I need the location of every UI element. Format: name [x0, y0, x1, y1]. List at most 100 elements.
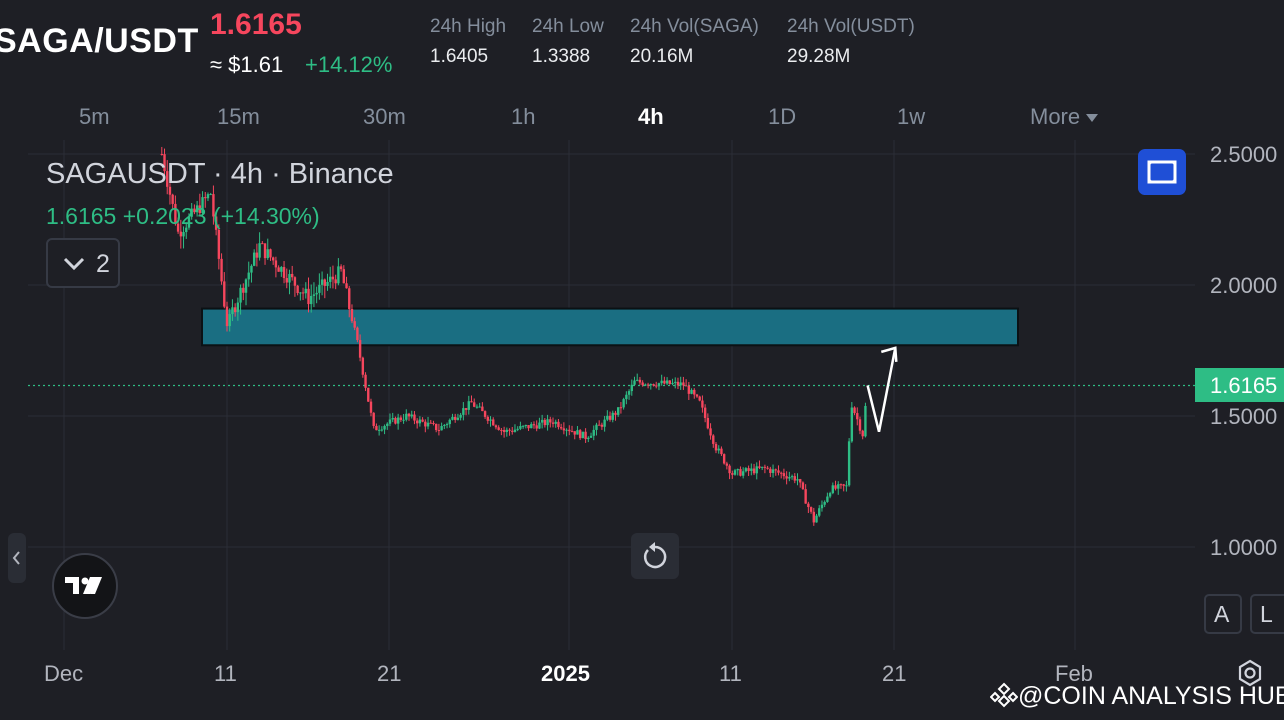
reset-chart-button[interactable] [631, 533, 679, 579]
candle-body [261, 243, 264, 245]
candle-body [733, 470, 737, 475]
candle-body [739, 469, 742, 476]
candle-body [755, 466, 758, 474]
stat-label-24h-high: 24h High [430, 16, 507, 37]
candle-body [744, 468, 748, 472]
candle-body [668, 380, 672, 384]
candle-body [421, 419, 424, 422]
candle-body [858, 419, 862, 431]
candle-body [818, 508, 821, 516]
candle-body [559, 427, 563, 429]
candle-body [247, 272, 250, 280]
candle-body [353, 321, 356, 328]
price-axis-label: 2.0000 [1210, 273, 1278, 298]
candle-body [508, 429, 511, 431]
candle-body [731, 473, 734, 475]
candle-body [861, 430, 864, 437]
candle-body [277, 267, 280, 272]
time-axis-label: 11 [719, 661, 742, 686]
tab-4h[interactable]: 4h [638, 104, 664, 130]
fullscreen-icon [1147, 160, 1177, 184]
candle-body [823, 501, 826, 505]
candle-body [782, 473, 786, 477]
candle-body [386, 423, 389, 426]
candle-body [255, 252, 259, 258]
candle-body [790, 476, 794, 478]
chevron-left-icon [12, 551, 20, 565]
candle-body [331, 276, 335, 280]
candle-body [682, 382, 685, 386]
tab-30m[interactable]: 30m [363, 104, 406, 130]
candle-body [182, 232, 185, 237]
tab-more[interactable]: More [1030, 104, 1099, 130]
projection-line [866, 347, 897, 433]
tab-1d[interactable]: 1D [768, 104, 796, 130]
auto-scale-button[interactable]: A [1204, 594, 1242, 634]
candle-body [367, 387, 370, 402]
candle-body [807, 503, 810, 508]
candle-body [318, 284, 321, 293]
candle-body [429, 422, 432, 424]
candle-body [521, 425, 525, 427]
candle-body [657, 383, 661, 387]
candle-body [345, 283, 348, 289]
tab-1h[interactable]: 1h [511, 104, 535, 130]
tab-5m[interactable]: 5m [79, 104, 110, 130]
candle-body [597, 424, 601, 426]
candle-body [853, 407, 856, 414]
chart-legend-ohlc: 1.6165 +0.2023 (+14.30%) [46, 203, 320, 229]
candle-body [799, 479, 802, 483]
tradingview-logo [52, 553, 118, 619]
candle-body [348, 288, 351, 310]
candle-body [736, 469, 739, 471]
candle-body [644, 384, 647, 386]
candle-body [785, 476, 788, 479]
candle-body [394, 417, 397, 424]
candle-body [771, 469, 775, 473]
candle-body [206, 194, 210, 199]
candle-body [304, 288, 307, 294]
candle-body [815, 515, 818, 523]
indicator-collapse-button[interactable]: 2 [46, 238, 120, 288]
candle-body [636, 379, 639, 381]
candle-body [239, 287, 242, 303]
candle-body [837, 484, 840, 489]
candle-body [388, 419, 392, 424]
candle-body [280, 267, 283, 272]
candle-body [706, 417, 710, 429]
candle-body [402, 419, 405, 421]
candle-body [204, 197, 207, 199]
candle-body [796, 479, 799, 481]
candle-body [399, 417, 403, 420]
candle-body [329, 276, 332, 282]
candle-body [470, 401, 473, 403]
price-axis-label: 2.5000 [1210, 142, 1278, 167]
candle-body [793, 476, 796, 481]
candle-body [834, 485, 837, 489]
stat-value-24h-high: 1.6405 [430, 46, 489, 67]
candle-body [570, 431, 574, 433]
candle-body [581, 431, 585, 439]
tab-1w[interactable]: 1w [897, 104, 925, 130]
candle-body [445, 424, 449, 426]
candle-body [573, 431, 576, 435]
tab-15m[interactable]: 15m [217, 104, 260, 130]
candle-body [622, 399, 625, 408]
candle-body [372, 412, 375, 426]
candle-body [625, 394, 628, 400]
log-scale-button[interactable]: L [1250, 594, 1284, 634]
candle-body [722, 454, 726, 464]
candle-body [432, 422, 435, 424]
time-axis-label: 21 [377, 661, 402, 686]
candle-body [282, 267, 286, 279]
candle-body [516, 428, 519, 430]
candle-body [310, 295, 313, 305]
time-axis-label: 2025 [541, 661, 590, 686]
side-panel-handle[interactable] [8, 533, 26, 583]
candle-body [223, 281, 226, 307]
candle-body [299, 292, 302, 294]
candle-body [709, 428, 712, 436]
candle-body [451, 416, 454, 420]
candle-body [233, 307, 237, 313]
fullscreen-button[interactable] [1138, 149, 1186, 195]
